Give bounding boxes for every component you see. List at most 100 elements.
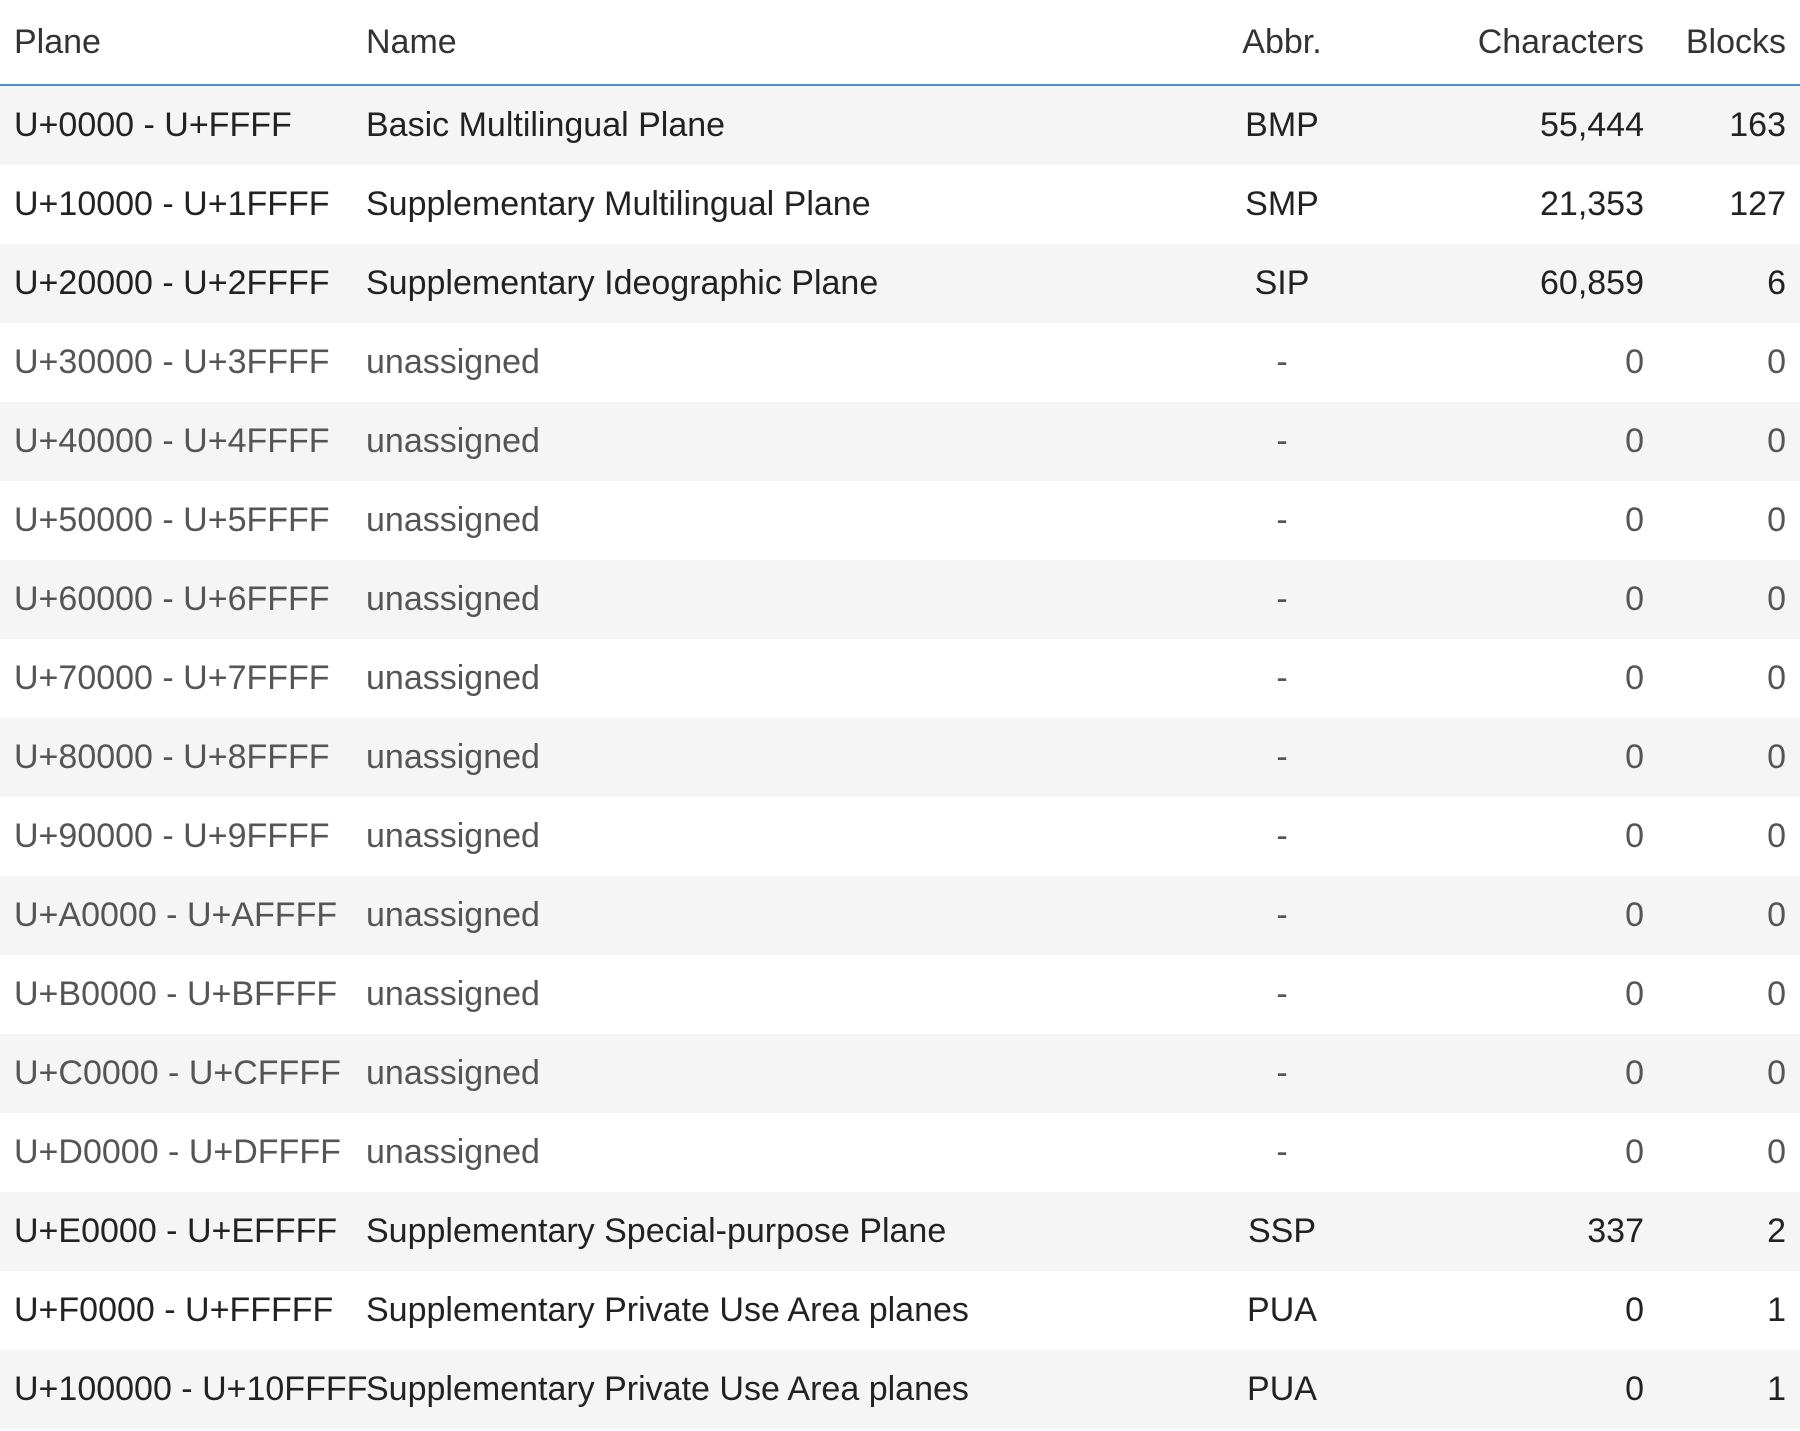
cell-characters: 0 — [1402, 876, 1658, 955]
cell-characters: 0 — [1402, 797, 1658, 876]
cell-characters: 55,444 — [1402, 85, 1658, 165]
table-row: U+C0000 - U+CFFFF unassigned -0 0 — [0, 1034, 1800, 1113]
cell-name: Basic Multilingual Plane — [352, 85, 1162, 165]
cell-abbr: PUA — [1162, 1271, 1402, 1350]
cell-abbr: - — [1162, 1034, 1402, 1113]
table-header: Plane Name Abbr. Characters Blocks — [0, 0, 1800, 86]
cell-name: Supplementary Special-purpose Plane — [352, 1192, 1162, 1271]
cell-abbr: - — [1162, 718, 1402, 797]
column-header-name: Name — [352, 0, 1162, 86]
cell-abbr: - — [1162, 1113, 1402, 1192]
cell-plane: U+20000 - U+2FFFF — [0, 244, 352, 323]
cell-name: Supplementary Private Use Area planes — [352, 1350, 1162, 1429]
cell-characters: 337 — [1402, 1192, 1658, 1271]
table-row: U+B0000 - U+BFFFF unassigned -0 0 — [0, 955, 1800, 1034]
cell-plane: U+50000 - U+5FFFF — [0, 481, 352, 560]
cell-plane: U+80000 - U+8FFFF — [0, 718, 352, 797]
table-row: U+40000 - U+4FFFF unassigned -0 0 — [0, 402, 1800, 481]
table-body: U+0000 - U+FFFF Basic Multilingual Plane B… — [0, 85, 1800, 1429]
cell-name: Supplementary Private Use Area planes — [352, 1271, 1162, 1350]
cell-characters: 0 — [1402, 481, 1658, 560]
cell-blocks: 0 — [1658, 1034, 1800, 1113]
cell-name: unassigned — [352, 876, 1162, 955]
table-row: U+E0000 - U+EFFFF Supplementary Special-p… — [0, 1192, 1800, 1271]
table-row: U+0000 - U+FFFF Basic Multilingual Plane B… — [0, 85, 1800, 165]
cell-blocks: 6 — [1658, 244, 1800, 323]
cell-plane: U+30000 - U+3FFFF — [0, 323, 352, 402]
cell-blocks: 163 — [1658, 85, 1800, 165]
unicode-planes-table: Plane Name Abbr. Characters Blocks U+000… — [0, 0, 1800, 1429]
cell-name: unassigned — [352, 323, 1162, 402]
table-row: U+20000 - U+2FFFF Supplementary Ideograph… — [0, 244, 1800, 323]
cell-characters: 0 — [1402, 402, 1658, 481]
cell-characters: 0 — [1402, 560, 1658, 639]
cell-blocks: 0 — [1658, 481, 1800, 560]
cell-blocks: 0 — [1658, 323, 1800, 402]
cell-blocks: 127 — [1658, 165, 1800, 244]
cell-blocks: 0 — [1658, 560, 1800, 639]
cell-blocks: 1 — [1658, 1271, 1800, 1350]
cell-blocks: 0 — [1658, 402, 1800, 481]
cell-characters: 0 — [1402, 1350, 1658, 1429]
cell-plane: U+F0000 - U+FFFFF — [0, 1271, 352, 1350]
cell-characters: 60,859 — [1402, 244, 1658, 323]
cell-characters: 21,353 — [1402, 165, 1658, 244]
cell-name: unassigned — [352, 1034, 1162, 1113]
table-row: U+80000 - U+8FFFF unassigned -0 0 — [0, 718, 1800, 797]
table-row: U+10000 - U+1FFFF Supplementary Multiling… — [0, 165, 1800, 244]
cell-abbr: - — [1162, 560, 1402, 639]
cell-plane: U+40000 - U+4FFFF — [0, 402, 352, 481]
column-header-blocks: Blocks — [1658, 0, 1800, 86]
header-row: Plane Name Abbr. Characters Blocks — [0, 0, 1800, 86]
cell-characters: 0 — [1402, 1271, 1658, 1350]
table-row: U+90000 - U+9FFFF unassigned -0 0 — [0, 797, 1800, 876]
table-row: U+50000 - U+5FFFF unassigned -0 0 — [0, 481, 1800, 560]
cell-name: unassigned — [352, 402, 1162, 481]
cell-blocks: 0 — [1658, 797, 1800, 876]
cell-name: unassigned — [352, 1113, 1162, 1192]
cell-blocks: 0 — [1658, 718, 1800, 797]
table-row: U+100000 - U+10FFFF Supplementary Private… — [0, 1350, 1800, 1429]
cell-name: unassigned — [352, 560, 1162, 639]
cell-characters: 0 — [1402, 323, 1658, 402]
cell-plane: U+D0000 - U+DFFFF — [0, 1113, 352, 1192]
cell-abbr: SIP — [1162, 244, 1402, 323]
cell-blocks: 0 — [1658, 639, 1800, 718]
cell-abbr: - — [1162, 955, 1402, 1034]
table-row: U+F0000 - U+FFFFF Supplementary Private U… — [0, 1271, 1800, 1350]
table-row: U+60000 - U+6FFFF unassigned -0 0 — [0, 560, 1800, 639]
cell-characters: 0 — [1402, 718, 1658, 797]
cell-blocks: 2 — [1658, 1192, 1800, 1271]
cell-blocks: 1 — [1658, 1350, 1800, 1429]
cell-abbr: - — [1162, 323, 1402, 402]
column-header-characters: Characters — [1402, 0, 1658, 86]
cell-name: Supplementary Multilingual Plane — [352, 165, 1162, 244]
cell-blocks: 0 — [1658, 1113, 1800, 1192]
cell-blocks: 0 — [1658, 955, 1800, 1034]
cell-plane: U+70000 - U+7FFFF — [0, 639, 352, 718]
cell-abbr: SSP — [1162, 1192, 1402, 1271]
cell-plane: U+0000 - U+FFFF — [0, 85, 352, 165]
table-row: U+30000 - U+3FFFF unassigned -0 0 — [0, 323, 1800, 402]
cell-abbr: SMP — [1162, 165, 1402, 244]
cell-abbr: BMP — [1162, 85, 1402, 165]
cell-characters: 0 — [1402, 955, 1658, 1034]
cell-plane: U+10000 - U+1FFFF — [0, 165, 352, 244]
cell-plane: U+B0000 - U+BFFFF — [0, 955, 352, 1034]
cell-plane: U+E0000 - U+EFFFF — [0, 1192, 352, 1271]
cell-name: unassigned — [352, 481, 1162, 560]
cell-abbr: - — [1162, 481, 1402, 560]
cell-abbr: - — [1162, 402, 1402, 481]
cell-plane: U+100000 - U+10FFFF — [0, 1350, 367, 1429]
cell-abbr: - — [1162, 639, 1402, 718]
table-row: U+A0000 - U+AFFFF unassigned -0 0 — [0, 876, 1800, 955]
cell-blocks: 0 — [1658, 876, 1800, 955]
column-header-plane: Plane — [0, 0, 352, 86]
cell-name: unassigned — [352, 718, 1162, 797]
cell-plane: U+A0000 - U+AFFFF — [0, 876, 352, 955]
cell-abbr: PUA — [1162, 1350, 1402, 1429]
cell-plane: U+60000 - U+6FFFF — [0, 560, 352, 639]
column-header-abbr: Abbr. — [1162, 0, 1402, 86]
cell-name: Supplementary Ideographic Plane — [352, 244, 1162, 323]
table-row: U+D0000 - U+DFFFF unassigned -0 0 — [0, 1113, 1800, 1192]
